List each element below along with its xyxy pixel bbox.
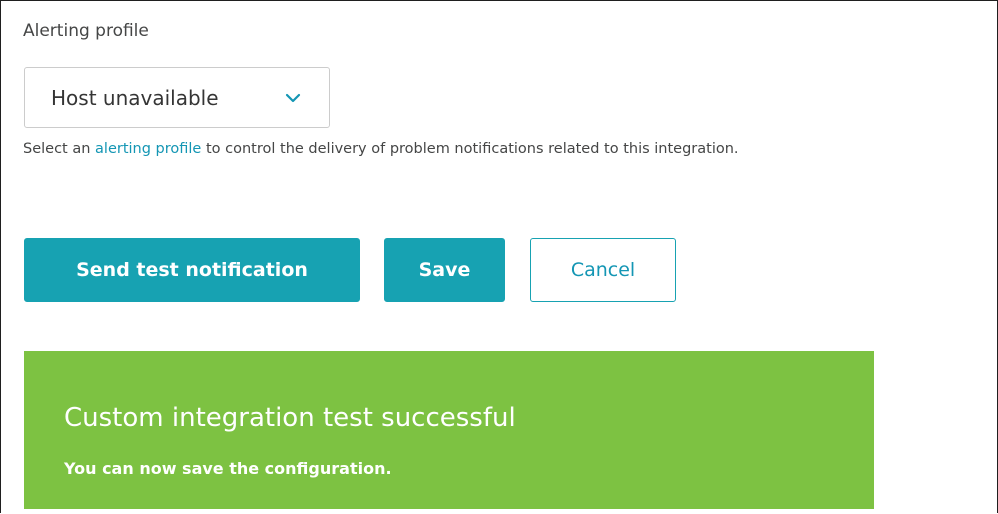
- success-banner: Custom integration test successful You c…: [24, 351, 874, 509]
- integration-settings-panel: Alerting profile Host unavailable Select…: [0, 0, 998, 513]
- send-test-notification-button[interactable]: Send test notification: [24, 238, 360, 302]
- alerting-profile-select[interactable]: Host unavailable: [24, 67, 330, 128]
- help-text-suffix: to control the delivery of problem notif…: [201, 141, 739, 157]
- chevron-down-icon: [285, 93, 301, 103]
- alerting-profile-link[interactable]: alerting profile: [95, 141, 201, 157]
- alerting-profile-label: Alerting profile: [23, 21, 149, 41]
- cancel-button[interactable]: Cancel: [530, 238, 676, 302]
- banner-message: You can now save the configuration.: [64, 459, 392, 478]
- alerting-profile-selected-value: Host unavailable: [51, 86, 219, 110]
- save-button[interactable]: Save: [384, 238, 505, 302]
- banner-title: Custom integration test successful: [64, 403, 516, 433]
- help-text-prefix: Select an: [23, 141, 96, 157]
- alerting-profile-help-text: Select an alerting profile to control th…: [23, 141, 739, 157]
